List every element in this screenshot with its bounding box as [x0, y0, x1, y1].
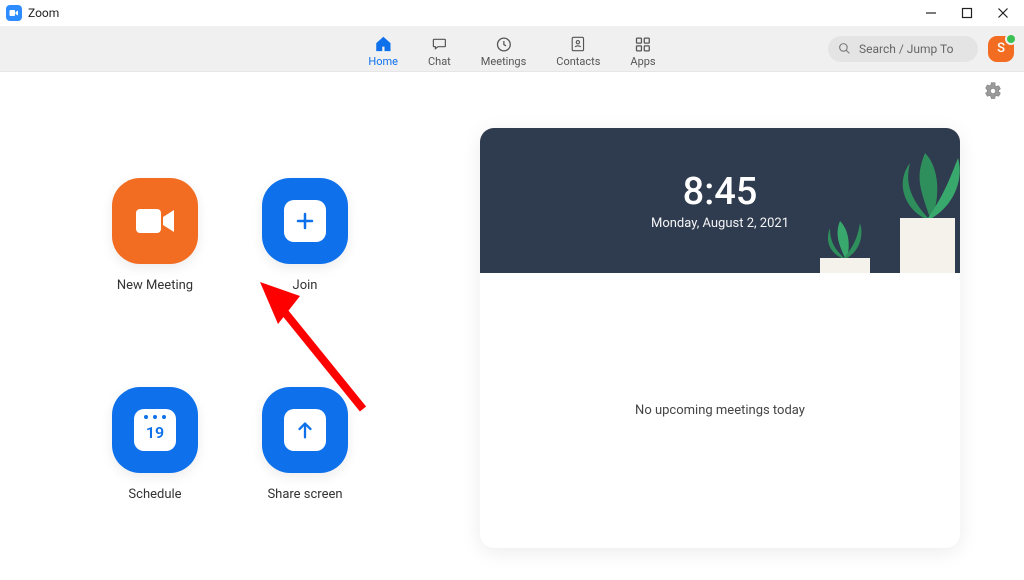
action-label: Schedule: [128, 487, 181, 502]
join-button[interactable]: Join: [230, 178, 380, 339]
home-icon: [373, 35, 393, 53]
meetings-list: No upcoming meetings today: [480, 273, 960, 548]
tab-label: Apps: [630, 55, 655, 68]
tab-contacts[interactable]: Contacts: [556, 29, 600, 68]
join-icon-bg: [262, 178, 348, 264]
plus-icon: [284, 200, 326, 242]
arrow-up-icon: [284, 409, 326, 451]
main-content: New Meeting Join 19 Schedule: [0, 100, 1024, 548]
clock-icon: [494, 35, 514, 53]
share-screen-button[interactable]: Share screen: [230, 387, 380, 548]
chat-bubble-icon: [429, 35, 449, 53]
titlebar: Zoom: [0, 0, 1024, 26]
clock-panel: 8:45 Monday, August 2, 2021: [480, 128, 960, 273]
video-camera-icon: [133, 204, 177, 238]
minimize-button[interactable]: [924, 6, 938, 20]
app-logo: [6, 5, 22, 21]
contacts-icon: [568, 35, 588, 53]
tab-apps[interactable]: Apps: [630, 29, 655, 68]
plant-decoration: [820, 128, 960, 273]
close-button[interactable]: [996, 6, 1010, 20]
window-controls: [924, 6, 1016, 20]
toolbar: Home Chat Meetings Contacts Apps Search …: [0, 26, 1024, 72]
search-input[interactable]: Search / Jump To: [828, 36, 978, 62]
empty-meetings-text: No upcoming meetings today: [635, 403, 805, 418]
new-meeting-icon-bg: [112, 178, 198, 264]
maximize-button[interactable]: [960, 6, 974, 20]
tab-chat[interactable]: Chat: [428, 29, 451, 68]
search-icon: [838, 42, 851, 55]
settings-row: [0, 72, 1024, 100]
settings-button[interactable]: [984, 82, 1002, 100]
info-panel: 8:45 Monday, August 2, 2021 No upcoming …: [480, 128, 960, 548]
schedule-icon-bg: 19: [112, 387, 198, 473]
tab-home[interactable]: Home: [368, 29, 398, 68]
action-label: Join: [293, 278, 318, 293]
schedule-button[interactable]: 19 Schedule: [80, 387, 230, 548]
clock-date: Monday, August 2, 2021: [651, 216, 789, 231]
apps-icon: [633, 35, 653, 53]
tab-label: Chat: [428, 55, 451, 68]
tab-label: Contacts: [556, 55, 600, 68]
avatar-initial: S: [997, 41, 1005, 56]
action-label: New Meeting: [117, 278, 193, 293]
clock-time: 8:45: [683, 170, 758, 214]
nav-tabs: Home Chat Meetings Contacts Apps: [368, 29, 655, 68]
gear-icon: [984, 82, 1002, 100]
toolbar-right: Search / Jump To S: [828, 36, 1014, 62]
titlebar-left: Zoom: [6, 5, 59, 21]
tab-label: Meetings: [481, 55, 526, 68]
search-placeholder: Search / Jump To: [859, 42, 953, 56]
actions-panel: New Meeting Join 19 Schedule: [20, 128, 440, 548]
calendar-day: 19: [146, 423, 164, 442]
action-label: Share screen: [267, 487, 342, 502]
window-title: Zoom: [28, 6, 59, 20]
tab-meetings[interactable]: Meetings: [481, 29, 526, 68]
tab-label: Home: [368, 55, 398, 68]
calendar-icon: 19: [134, 409, 176, 451]
share-icon-bg: [262, 387, 348, 473]
avatar[interactable]: S: [988, 36, 1014, 62]
new-meeting-button[interactable]: New Meeting: [80, 178, 230, 339]
